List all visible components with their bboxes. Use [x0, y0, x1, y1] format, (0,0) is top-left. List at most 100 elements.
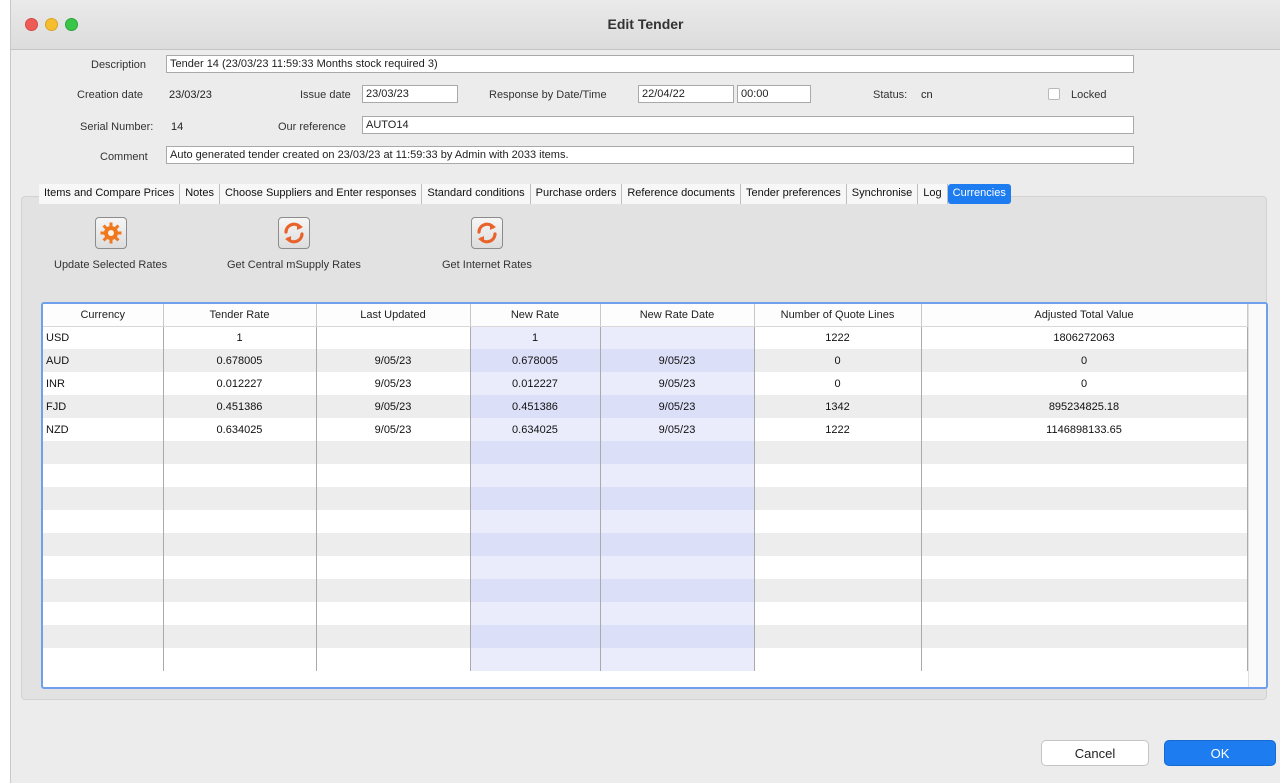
window-title: Edit Tender [607, 16, 684, 32]
status-value: cn [921, 89, 933, 101]
cell-tender-rate: 0.678005 [163, 349, 317, 372]
get-internet-rates-label: Get Internet Rates [442, 259, 532, 271]
cell-tender-rate: 0.634025 [163, 418, 317, 441]
column-header-currency[interactable]: Currency [43, 304, 164, 327]
update-selected-rates-button[interactable]: Update Selected Rates [54, 217, 167, 271]
serial-number-label: Serial Number: [80, 121, 154, 133]
issue-date-label: Issue date [300, 89, 351, 101]
creation-date-value: 23/03/23 [169, 89, 212, 101]
cell-last-updated: 9/05/23 [316, 349, 471, 372]
empty-table-row [43, 556, 1248, 579]
cell-new-rate[interactable]: 1 [470, 326, 601, 349]
cell-adjusted-total: 0 [921, 372, 1248, 395]
table-row[interactable]: USD 1 1 1222 1806272063 [43, 326, 1248, 349]
cell-adjusted-total: 0 [921, 349, 1248, 372]
table-row[interactable]: INR 0.012227 9/05/23 0.012227 9/05/23 0 … [43, 372, 1248, 395]
tab-log[interactable]: Log [918, 184, 948, 204]
edit-tender-window: Edit Tender Description Tender 14 (23/03… [10, 0, 1280, 783]
column-header-number-of-quote-lines[interactable]: Number of Quote Lines [754, 304, 922, 327]
cell-new-rate-date[interactable]: 9/05/23 [600, 418, 755, 441]
cell-quote-lines: 1222 [754, 418, 922, 441]
cell-tender-rate: 0.012227 [163, 372, 317, 395]
update-selected-rates-label: Update Selected Rates [54, 259, 168, 271]
cancel-button[interactable]: Cancel [1041, 740, 1149, 766]
comment-label: Comment [100, 151, 148, 163]
cell-adjusted-total: 1146898133.65 [921, 418, 1248, 441]
empty-table-row [43, 602, 1248, 625]
cell-last-updated [316, 326, 471, 349]
cell-new-rate[interactable]: 0.012227 [470, 372, 601, 395]
cell-new-rate[interactable]: 0.678005 [470, 349, 601, 372]
status-label: Status: [873, 89, 908, 101]
serial-number-value: 14 [171, 121, 184, 133]
cell-currency: NZD [43, 418, 164, 441]
cell-currency: FJD [43, 395, 164, 418]
our-reference-label: Our reference [278, 121, 346, 133]
cell-currency: AUD [43, 349, 164, 372]
tab-purchase-orders[interactable]: Purchase orders [530, 184, 623, 204]
cell-adjusted-total: 1806272063 [921, 326, 1248, 349]
table-row[interactable]: NZD 0.634025 9/05/23 0.634025 9/05/23 12… [43, 418, 1248, 441]
issue-date-field[interactable]: 23/03/23 [362, 85, 458, 103]
tab-bar: Items and Compare Prices Notes Choose Su… [39, 184, 1011, 204]
description-label: Description [91, 59, 147, 71]
empty-table-row [43, 648, 1248, 671]
ok-button[interactable]: OK [1164, 740, 1276, 766]
empty-table-row [43, 579, 1248, 602]
get-internet-rates-button[interactable]: Get Internet Rates [442, 217, 532, 271]
cell-last-updated: 9/05/23 [316, 395, 471, 418]
cell-adjusted-total: 895234825.18 [921, 395, 1248, 418]
cell-new-rate-date[interactable]: 9/05/23 [600, 372, 755, 395]
cell-last-updated: 9/05/23 [316, 418, 471, 441]
refresh-icon [470, 217, 503, 249]
response-date-label: Response by Date/Time [489, 89, 607, 101]
title-bar: Edit Tender [11, 0, 1280, 50]
locked-checkbox[interactable] [1048, 88, 1060, 100]
table-row[interactable]: FJD 0.451386 9/05/23 0.451386 9/05/23 13… [43, 395, 1248, 418]
cell-new-rate[interactable]: 0.634025 [470, 418, 601, 441]
column-header-new-rate-date[interactable]: New Rate Date [600, 304, 755, 327]
refresh-icon [277, 217, 310, 249]
cell-last-updated: 9/05/23 [316, 372, 471, 395]
cell-quote-lines: 0 [754, 372, 922, 395]
cell-quote-lines: 1342 [754, 395, 922, 418]
empty-table-row [43, 464, 1248, 487]
empty-table-row [43, 487, 1248, 510]
tab-synchronise[interactable]: Synchronise [846, 184, 919, 204]
cell-new-rate-date[interactable]: 9/05/23 [600, 395, 755, 418]
response-time-field[interactable]: 00:00 [737, 85, 811, 103]
cell-quote-lines: 1222 [754, 326, 922, 349]
column-header-tender-rate[interactable]: Tender Rate [163, 304, 317, 327]
description-field[interactable]: Tender 14 (23/03/23 11:59:33 Months stoc… [166, 55, 1134, 73]
cell-new-rate-date[interactable] [600, 326, 755, 349]
our-reference-field[interactable]: AUTO14 [362, 116, 1134, 134]
cell-new-rate-date[interactable]: 9/05/23 [600, 349, 755, 372]
table-vertical-scrollbar[interactable] [1248, 304, 1266, 687]
cell-tender-rate: 0.451386 [163, 395, 317, 418]
column-header-last-updated[interactable]: Last Updated [316, 304, 471, 327]
locked-label: Locked [1071, 89, 1107, 101]
empty-table-row [43, 441, 1248, 464]
cell-tender-rate: 1 [163, 326, 317, 349]
tab-items-and-compare-prices[interactable]: Items and Compare Prices [39, 184, 181, 204]
currencies-table[interactable]: Currency Tender Rate Last Updated New Ra… [41, 302, 1268, 689]
tab-notes[interactable]: Notes [180, 184, 220, 204]
tab-tender-preferences[interactable]: Tender preferences [740, 184, 847, 204]
cell-new-rate[interactable]: 0.451386 [470, 395, 601, 418]
get-central-rates-button[interactable]: Get Central mSupply Rates [227, 217, 361, 271]
tab-standard-conditions[interactable]: Standard conditions [422, 184, 531, 204]
response-date-field[interactable]: 22/04/22 [638, 85, 734, 103]
tab-currencies[interactable]: Currencies [947, 184, 1011, 204]
empty-table-row [43, 533, 1248, 556]
table-row[interactable]: AUD 0.678005 9/05/23 0.678005 9/05/23 0 … [43, 349, 1248, 372]
creation-date-label: Creation date [77, 89, 144, 101]
gear-icon [94, 217, 127, 249]
column-header-adjusted-total-value[interactable]: Adjusted Total Value [921, 304, 1248, 327]
get-central-rates-label: Get Central mSupply Rates [227, 259, 361, 271]
tab-reference-documents[interactable]: Reference documents [622, 184, 741, 204]
comment-field[interactable]: Auto generated tender created on 23/03/2… [166, 146, 1134, 164]
tab-choose-suppliers[interactable]: Choose Suppliers and Enter responses [219, 184, 423, 204]
column-header-new-rate[interactable]: New Rate [470, 304, 601, 327]
empty-table-row [43, 625, 1248, 648]
cell-quote-lines: 0 [754, 349, 922, 372]
